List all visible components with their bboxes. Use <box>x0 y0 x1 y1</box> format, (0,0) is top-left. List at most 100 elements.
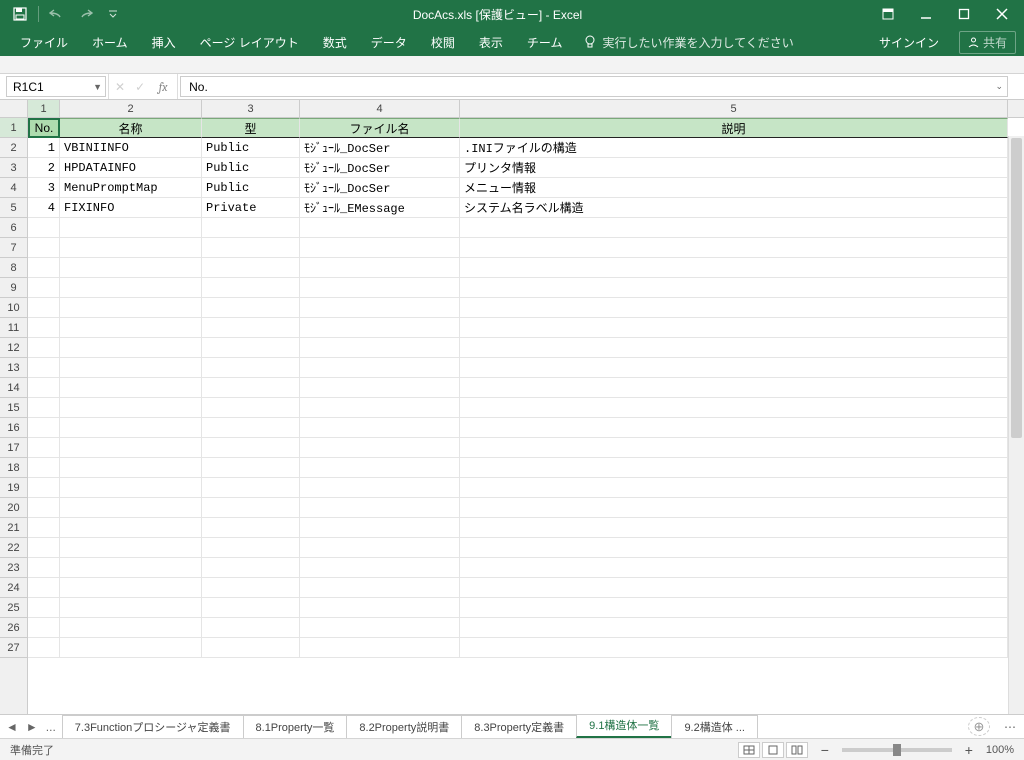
row-header[interactable]: 1 <box>0 118 27 138</box>
insert-function-button[interactable]: fx <box>155 80 171 94</box>
cell[interactable] <box>460 458 1008 478</box>
cell[interactable]: Private <box>202 198 300 218</box>
tab-review[interactable]: 校閲 <box>419 28 467 56</box>
cell[interactable]: ﾓｼﾞｭｰﾙ_DocSer <box>300 138 460 158</box>
zoom-slider[interactable] <box>842 748 952 752</box>
cell[interactable] <box>300 378 460 398</box>
cell[interactable] <box>460 298 1008 318</box>
cell[interactable] <box>60 598 202 618</box>
tab-data[interactable]: データ <box>359 28 419 56</box>
cell[interactable] <box>202 558 300 578</box>
cell[interactable] <box>28 638 60 658</box>
col-header[interactable]: 2 <box>60 100 202 117</box>
new-sheet-button[interactable]: ⊕ <box>968 717 990 736</box>
sheet-tab[interactable]: 8.3Property定義書 <box>461 715 577 738</box>
sheet-tab[interactable]: 7.3Functionプロシージャ定義書 <box>62 715 244 738</box>
cell[interactable] <box>202 418 300 438</box>
cell[interactable] <box>28 618 60 638</box>
cell[interactable] <box>300 618 460 638</box>
formula-enter-button[interactable]: ✓ <box>135 80 145 94</box>
cell[interactable]: VBINIINFO <box>60 138 202 158</box>
sheet-tab[interactable]: 9.1構造体一覧 <box>576 715 672 738</box>
cell[interactable]: 型 <box>202 118 300 138</box>
cell[interactable] <box>202 358 300 378</box>
cell[interactable] <box>202 318 300 338</box>
view-pagebreak-button[interactable] <box>786 742 808 758</box>
zoom-in-button[interactable]: + <box>962 742 976 758</box>
cell[interactable] <box>300 398 460 418</box>
row-header[interactable]: 15 <box>0 398 27 418</box>
cell[interactable] <box>300 298 460 318</box>
cell[interactable] <box>28 478 60 498</box>
cell[interactable] <box>28 278 60 298</box>
row-header[interactable]: 6 <box>0 218 27 238</box>
cell[interactable] <box>460 398 1008 418</box>
signin-button[interactable]: サインイン <box>867 34 951 51</box>
cell[interactable] <box>28 258 60 278</box>
cell[interactable] <box>202 338 300 358</box>
cells[interactable]: No.名称型ファイル名説明1VBINIINFOPublicﾓｼﾞｭｰﾙ_DocS… <box>28 118 1024 714</box>
row-header[interactable]: 27 <box>0 638 27 658</box>
cell[interactable] <box>300 578 460 598</box>
name-box[interactable]: R1C1 ▼ <box>6 76 106 97</box>
cell[interactable] <box>460 518 1008 538</box>
cell[interactable] <box>460 558 1008 578</box>
cell[interactable] <box>460 218 1008 238</box>
minimize-button[interactable] <box>908 2 944 26</box>
cell[interactable] <box>28 378 60 398</box>
col-header[interactable]: 5 <box>460 100 1008 117</box>
cell[interactable] <box>202 378 300 398</box>
cell[interactable] <box>202 498 300 518</box>
col-header[interactable]: 3 <box>202 100 300 117</box>
cell[interactable] <box>300 638 460 658</box>
cell[interactable] <box>460 578 1008 598</box>
scrollbar-thumb[interactable] <box>1011 138 1022 438</box>
cell[interactable] <box>460 438 1008 458</box>
cell[interactable]: 説明 <box>460 118 1008 138</box>
row-header[interactable]: 10 <box>0 298 27 318</box>
row-header[interactable]: 25 <box>0 598 27 618</box>
ribbon-options-button[interactable] <box>870 2 906 26</box>
cell[interactable] <box>60 218 202 238</box>
cell[interactable] <box>202 638 300 658</box>
cell[interactable] <box>28 398 60 418</box>
save-button[interactable] <box>8 2 32 26</box>
cell[interactable] <box>300 258 460 278</box>
row-header[interactable]: 14 <box>0 378 27 398</box>
cell[interactable]: ﾓｼﾞｭｰﾙ_DocSer <box>300 158 460 178</box>
cell[interactable] <box>202 258 300 278</box>
cell[interactable] <box>28 518 60 538</box>
cell[interactable] <box>60 478 202 498</box>
cell[interactable] <box>28 438 60 458</box>
row-header[interactable]: 9 <box>0 278 27 298</box>
cell[interactable] <box>202 298 300 318</box>
cell[interactable] <box>460 538 1008 558</box>
cell[interactable] <box>60 498 202 518</box>
qat-customize-button[interactable] <box>101 2 125 26</box>
cell[interactable] <box>460 358 1008 378</box>
col-header[interactable]: 1 <box>28 100 60 117</box>
cell[interactable] <box>300 558 460 578</box>
tab-file[interactable]: ファイル <box>8 28 80 56</box>
row-header[interactable]: 4 <box>0 178 27 198</box>
cell[interactable] <box>60 398 202 418</box>
zoom-handle[interactable] <box>893 744 901 756</box>
cell[interactable]: ﾓｼﾞｭｰﾙ_EMessage <box>300 198 460 218</box>
row-header[interactable]: 11 <box>0 318 27 338</box>
cell[interactable]: メニュー情報 <box>460 178 1008 198</box>
zoom-out-button[interactable]: − <box>818 742 832 758</box>
cell[interactable] <box>300 238 460 258</box>
cell[interactable] <box>202 598 300 618</box>
cell[interactable] <box>202 218 300 238</box>
cell[interactable] <box>300 478 460 498</box>
sheet-tab[interactable]: 8.1Property一覧 <box>243 715 348 738</box>
cell[interactable] <box>60 558 202 578</box>
cell[interactable] <box>60 418 202 438</box>
cell[interactable]: システム名ラベル構造 <box>460 198 1008 218</box>
tab-insert[interactable]: 挿入 <box>140 28 188 56</box>
cell[interactable] <box>460 498 1008 518</box>
cell[interactable] <box>28 238 60 258</box>
cell[interactable] <box>202 438 300 458</box>
cell[interactable] <box>60 378 202 398</box>
cell[interactable] <box>60 338 202 358</box>
